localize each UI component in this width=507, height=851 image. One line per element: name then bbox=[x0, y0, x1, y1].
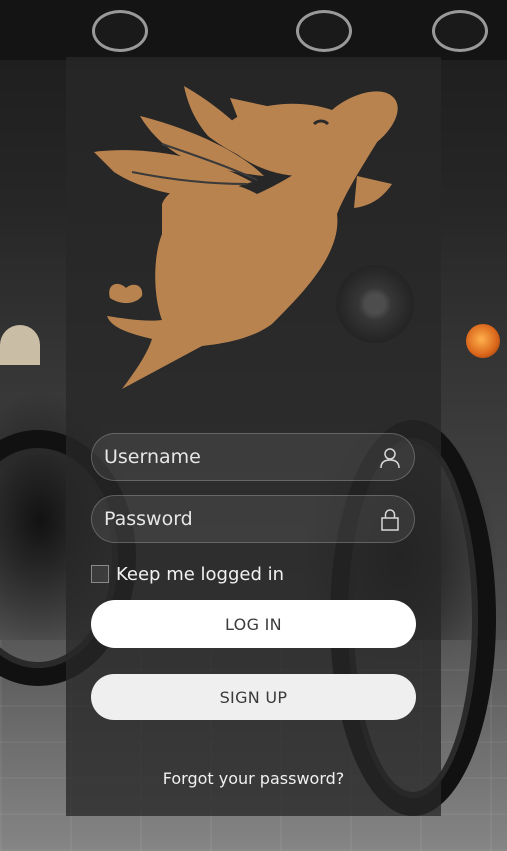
username-input[interactable] bbox=[104, 434, 364, 480]
lock-icon bbox=[381, 509, 399, 531]
password-input[interactable] bbox=[104, 496, 364, 542]
username-field bbox=[91, 433, 415, 481]
remember-me-label[interactable]: Keep me logged in bbox=[116, 564, 284, 585]
background-indicator-light bbox=[466, 324, 500, 358]
remember-me-row: Keep me logged in bbox=[91, 562, 284, 586]
forgot-password-link[interactable]: Forgot your password? bbox=[66, 769, 441, 788]
login-screen: Keep me logged in LOG IN SIGN UP Forgot … bbox=[0, 0, 507, 851]
password-field bbox=[91, 495, 415, 543]
background-sign bbox=[92, 10, 148, 52]
background-sign bbox=[296, 10, 352, 52]
user-icon bbox=[380, 448, 400, 469]
background-building bbox=[0, 0, 507, 60]
signup-button[interactable]: SIGN UP bbox=[91, 674, 416, 720]
flying-pig-logo-icon bbox=[94, 86, 398, 389]
background-fender bbox=[0, 325, 40, 365]
remember-me-checkbox[interactable] bbox=[91, 565, 109, 583]
login-button[interactable]: LOG IN bbox=[91, 600, 416, 648]
background-sign bbox=[432, 10, 488, 52]
